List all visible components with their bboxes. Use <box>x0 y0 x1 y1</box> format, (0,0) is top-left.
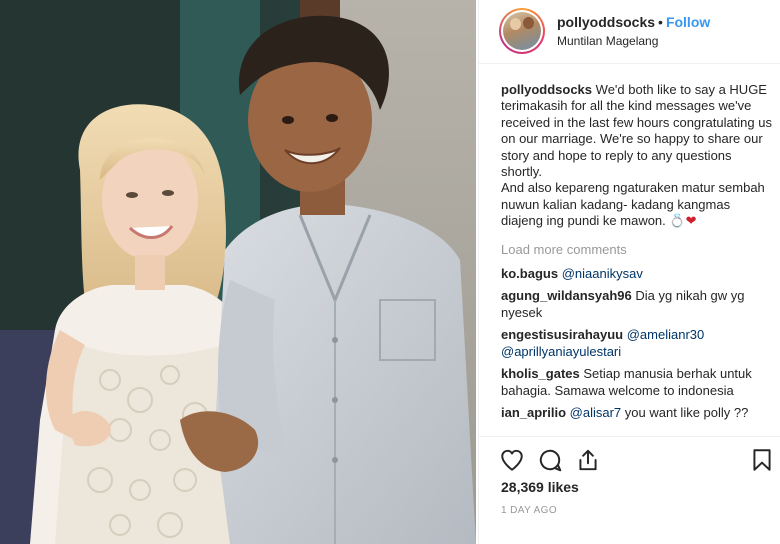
comment-mention[interactable]: @niaanikysav <box>562 266 643 281</box>
heart-icon[interactable] <box>499 447 525 473</box>
likes-count[interactable]: 28,369 likes <box>501 479 579 495</box>
bookmark-icon[interactable] <box>749 447 775 473</box>
follow-button[interactable]: Follow <box>666 14 710 30</box>
comment-username[interactable]: ian_aprilio <box>501 405 566 420</box>
avatar-ring <box>501 10 543 52</box>
comment-item: engestisusirahayuu @amelianr30 @aprillya… <box>501 327 773 360</box>
comment-username[interactable]: ko.bagus <box>501 266 558 281</box>
post-photo[interactable] <box>0 0 476 544</box>
caption-username[interactable]: pollyoddsocks <box>501 82 592 97</box>
avatar[interactable] <box>499 8 545 54</box>
caption-paragraph-2: And also kepareng ngaturaken matur semba… <box>501 180 773 229</box>
separator-dot: • <box>658 14 663 30</box>
avatar-image <box>503 12 541 50</box>
comment-mention-2[interactable]: @aprillyaniayulestari <box>501 344 621 359</box>
share-icon[interactable] <box>575 447 601 473</box>
comment-username[interactable]: agung_wildansyah96 <box>501 288 632 303</box>
comments-section: pollyoddsocks We'd both like to say a HU… <box>501 82 773 427</box>
heart-emoji: ❤ <box>685 213 697 229</box>
post-header: pollyoddsocks • Follow Muntilan Magelang <box>479 0 780 64</box>
photo-illustration <box>0 0 476 544</box>
comment-item: ian_aprilio @alisar7 you want like polly… <box>501 405 773 421</box>
caption: pollyoddsocks We'd both like to say a HU… <box>501 82 773 230</box>
comment-item: ko.bagus @niaanikysav <box>501 266 773 282</box>
comment-username[interactable]: engestisusirahayuu <box>501 327 623 342</box>
actions-bar: 28,369 likes 1 DAY AGO <box>479 436 780 544</box>
comment-mention[interactable]: @alisar7 <box>570 405 622 420</box>
header-username[interactable]: pollyoddsocks <box>557 14 655 30</box>
comment-mention[interactable]: @amelianr30 <box>627 327 705 342</box>
post-timestamp: 1 DAY AGO <box>501 505 558 516</box>
caption-paragraph-1: pollyoddsocks We'd both like to say a HU… <box>501 82 773 180</box>
comment-item: agung_wildansyah96 Dia yg nikah gw yg ny… <box>501 288 773 321</box>
load-more-comments-button[interactable]: Load more comments <box>501 242 773 258</box>
header-username-row: pollyoddsocks • Follow <box>557 14 710 30</box>
comment-icon[interactable] <box>537 447 563 473</box>
caption-text-2: And also kepareng ngaturaken matur semba… <box>501 180 765 229</box>
location-link[interactable]: Muntilan Magelang <box>557 34 658 48</box>
comment-text: you want like polly ?? <box>624 404 749 420</box>
comment-username[interactable]: kholis_gates <box>501 366 580 381</box>
post-side-panel: pollyoddsocks • Follow Muntilan Magelang p… <box>478 0 780 544</box>
ring-emoji: 💍 <box>669 213 686 229</box>
comment-item: kholis_gates Setiap manusia berhak untuk… <box>501 366 773 399</box>
